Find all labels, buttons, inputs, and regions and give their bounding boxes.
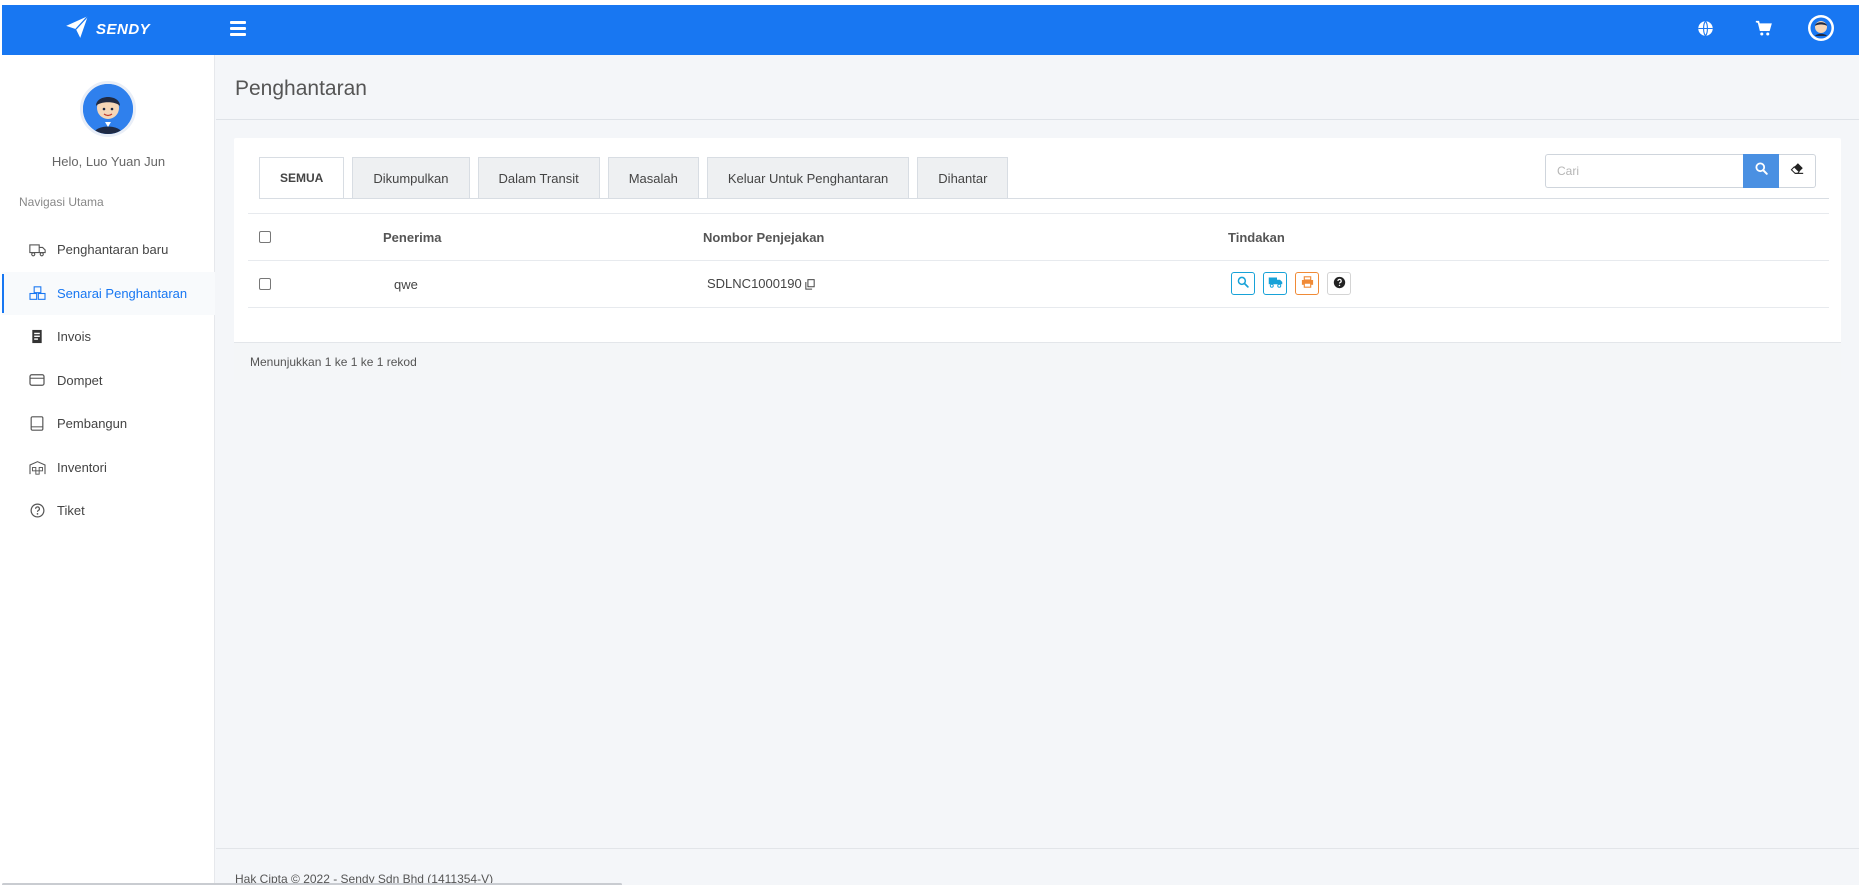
sidebar-item-ticket[interactable]: Tiket (2, 489, 215, 533)
avatar (80, 81, 136, 137)
globe-icon[interactable] (1691, 14, 1719, 42)
row-actions (1231, 272, 1351, 295)
search-button[interactable] (1743, 154, 1779, 188)
sidebar-nav: Penghantaran baru Senarai Penghantaran I… (2, 228, 215, 533)
user-avatar-icon[interactable] (1807, 14, 1835, 42)
tablet-icon (28, 415, 46, 433)
warehouse-icon (28, 458, 46, 476)
search-icon (1754, 162, 1768, 180)
user-greeting: Helo, Luo Yuan Jun (51, 154, 166, 169)
wallet-icon (28, 371, 46, 389)
nav-section-title: Navigasi Utama (19, 195, 104, 209)
status-tabs: SEMUA Dikumpulkan Dalam Transit Masalah … (259, 157, 1016, 198)
truck-icon (28, 241, 46, 259)
column-header-tracking: Nombor Penjejakan (703, 229, 825, 245)
content-header: Penghantaran (216, 55, 1859, 120)
search-input[interactable] (1545, 154, 1743, 188)
brand-name: SENDY (96, 21, 151, 38)
sidebar-item-label: Dompet (57, 372, 103, 388)
sidebar-item-label: Tiket (57, 503, 85, 519)
table-header-row: Penerima Nombor Penjejakan Tindakan (248, 213, 1829, 261)
copy-icon[interactable] (805, 278, 815, 293)
print-button[interactable] (1295, 272, 1319, 295)
sidebar-item-developer[interactable]: Pembangun (2, 402, 215, 446)
horizontal-scrollbar[interactable] (2, 883, 622, 885)
tab-out-for-delivery[interactable]: Keluar Untuk Penghantaran (706, 157, 910, 198)
column-header-recipient: Penerima (383, 229, 442, 245)
sidebar-item-delivery-list[interactable]: Senarai Penghantaran (2, 271, 215, 315)
app-window: SENDY Helo, Luo Yuan Jun Navigasi Utama (2, 5, 1859, 885)
paper-plane-icon (64, 14, 90, 45)
tab-problem[interactable]: Masalah (607, 157, 699, 198)
search-icon (1237, 276, 1249, 291)
eraser-icon (1790, 162, 1805, 180)
tracking-number[interactable]: SDLNC1000190 (707, 276, 802, 291)
row-checkbox[interactable] (259, 278, 271, 290)
tab-delivered[interactable]: Dihantar (917, 157, 1009, 198)
table-row: qwe SDLNC1000190 (248, 261, 1829, 308)
sidebar-item-wallet[interactable]: Dompet (2, 359, 215, 403)
column-header-actions: Tindakan (1228, 229, 1285, 245)
tracking-cell: SDLNC1000190 (707, 276, 815, 293)
select-all-checkbox[interactable] (259, 231, 271, 243)
boxes-icon (28, 284, 46, 302)
brand-logo[interactable]: SENDY (64, 14, 150, 45)
sidebar-item-label: Penghantaran baru (57, 242, 169, 258)
delivery-list-card: SEMUA Dikumpulkan Dalam Transit Masalah … (234, 138, 1841, 380)
sidebar-item-label: Pembangun (57, 416, 128, 432)
page-footer: Hak Cipta © 2022 - Sendy Sdn Bhd (141135… (216, 848, 1859, 885)
help-button[interactable] (1327, 272, 1351, 295)
clear-search-button[interactable] (1779, 154, 1816, 188)
print-icon (1301, 276, 1314, 291)
sidebar: Helo, Luo Yuan Jun Navigasi Utama Pengha… (2, 55, 215, 885)
sidebar-item-label: Invois (57, 329, 91, 345)
track-button[interactable] (1263, 272, 1287, 295)
sidebar-item-invoice[interactable]: Invois (2, 315, 215, 359)
tab-in-transit[interactable]: Dalam Transit (477, 157, 600, 198)
table-summary: Menunjukkan 1 ke 1 ke 1 rekod (234, 342, 1841, 380)
invoice-icon (28, 328, 46, 346)
sidebar-item-label: Senarai Penghantaran (57, 285, 188, 301)
cart-icon[interactable] (1749, 14, 1777, 42)
menu-icon[interactable] (230, 21, 246, 37)
delivery-table: Penerima Nombor Penjejakan Tindakan qwe … (248, 213, 1829, 308)
tab-collected[interactable]: Dikumpulkan (352, 157, 470, 198)
truck-icon (1268, 276, 1283, 291)
help-circle-icon (28, 502, 46, 520)
sidebar-item-label: Inventori (57, 459, 107, 475)
tab-all[interactable]: SEMUA (259, 157, 345, 198)
view-button[interactable] (1231, 272, 1255, 295)
sidebar-item-new-delivery[interactable]: Penghantaran baru (2, 228, 215, 272)
recipient-cell: qwe (394, 276, 418, 292)
search-group (1545, 154, 1816, 188)
sidebar-item-inventory[interactable]: Inventori (2, 446, 215, 490)
question-icon (1333, 276, 1346, 292)
tabs-divider (259, 198, 1829, 199)
page-title: Penghantaran (235, 77, 367, 100)
top-navbar: SENDY (2, 5, 1859, 55)
